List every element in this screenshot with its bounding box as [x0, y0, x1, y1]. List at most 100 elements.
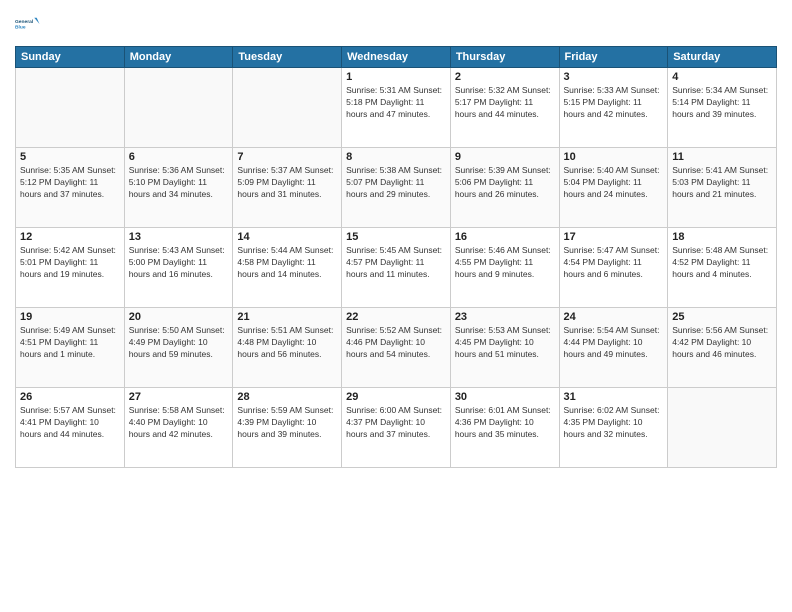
day-info: Sunrise: 6:01 AM Sunset: 4:36 PM Dayligh… [455, 405, 555, 441]
day-cell-28: 28Sunrise: 5:59 AM Sunset: 4:39 PM Dayli… [233, 388, 342, 468]
day-info: Sunrise: 5:49 AM Sunset: 4:51 PM Dayligh… [20, 325, 120, 361]
day-info: Sunrise: 5:46 AM Sunset: 4:55 PM Dayligh… [455, 245, 555, 281]
day-info: Sunrise: 5:59 AM Sunset: 4:39 PM Dayligh… [237, 405, 337, 441]
day-cell-7: 7 Sunrise: 5:37 AM Sunset: 5:09 PM Daylig… [233, 148, 342, 228]
week-row-4: 19 Sunrise: 5:49 AM Sunset: 4:51 PM Dayli… [16, 308, 777, 388]
day-number: 4 [672, 71, 772, 83]
day-cell-2: 2Sunrise: 5:32 AM Sunset: 5:17 PM Daylig… [450, 68, 559, 148]
day-number: 10 [564, 151, 664, 163]
day-cell-18: 18 Sunrise: 5:48 AM Sunset: 4:52 PM Dayli… [668, 228, 777, 308]
day-cell-5: 5Sunrise: 5:35 AM Sunset: 5:12 PM Daylig… [16, 148, 125, 228]
day-number: 7 [237, 151, 337, 163]
day-cell-22: 22Sunrise: 5:52 AM Sunset: 4:46 PM Dayli… [342, 308, 451, 388]
day-cell-1: 1 Sunrise: 5:31 AM Sunset: 5:18 PM Daylig… [342, 68, 451, 148]
empty-cell [233, 68, 342, 148]
week-row-3: 12 Sunrise: 5:42 AM Sunset: 5:01 PM Dayli… [16, 228, 777, 308]
day-number: 11 [672, 151, 772, 163]
day-cell-9: 9 Sunrise: 5:39 AM Sunset: 5:06 PM Daylig… [450, 148, 559, 228]
day-number: 26 [20, 391, 120, 403]
day-cell-31: 31 Sunrise: 6:02 AM Sunset: 4:35 PM Dayli… [559, 388, 668, 468]
day-info: Sunrise: 5:43 AM Sunset: 5:00 PM Dayligh… [129, 245, 229, 281]
svg-text:General: General [15, 19, 34, 25]
day-info: Sunrise: 5:34 AM Sunset: 5:14 PM Dayligh… [672, 85, 772, 121]
svg-text:Blue: Blue [15, 25, 26, 31]
day-cell-17: 17 Sunrise: 5:47 AM Sunset: 4:54 PM Dayli… [559, 228, 668, 308]
day-cell-12: 12 Sunrise: 5:42 AM Sunset: 5:01 PM Dayli… [16, 228, 125, 308]
day-number: 29 [346, 391, 446, 403]
day-number: 27 [129, 391, 229, 403]
day-number: 13 [129, 231, 229, 243]
day-number: 24 [564, 311, 664, 323]
day-cell-11: 11 Sunrise: 5:41 AM Sunset: 5:03 PM Dayli… [668, 148, 777, 228]
day-cell-25: 25 Sunrise: 5:56 AM Sunset: 4:42 PM Dayli… [668, 308, 777, 388]
day-cell-23: 23Sunrise: 5:53 AM Sunset: 4:45 PM Dayli… [450, 308, 559, 388]
day-info: Sunrise: 5:57 AM Sunset: 4:41 PM Dayligh… [20, 405, 120, 441]
day-number: 30 [455, 391, 555, 403]
day-info: Sunrise: 5:33 AM Sunset: 5:15 PM Dayligh… [564, 85, 664, 121]
header-monday: Monday [124, 47, 233, 68]
day-cell-14: 14 Sunrise: 5:44 AM Sunset: 4:58 PM Dayli… [233, 228, 342, 308]
page-header: GeneralBlue [15, 10, 777, 38]
logo-icon: GeneralBlue [15, 10, 43, 38]
day-info: Sunrise: 5:36 AM Sunset: 5:10 PM Dayligh… [129, 165, 229, 201]
day-cell-8: 8 Sunrise: 5:38 AM Sunset: 5:07 PM Daylig… [342, 148, 451, 228]
day-info: Sunrise: 5:53 AM Sunset: 4:45 PM Dayligh… [455, 325, 555, 361]
day-number: 25 [672, 311, 772, 323]
day-cell-30: 30 Sunrise: 6:01 AM Sunset: 4:36 PM Dayli… [450, 388, 559, 468]
day-number: 18 [672, 231, 772, 243]
day-number: 20 [129, 311, 229, 323]
day-info: Sunrise: 5:58 AM Sunset: 4:40 PM Dayligh… [129, 405, 229, 441]
day-info: Sunrise: 5:38 AM Sunset: 5:07 PM Dayligh… [346, 165, 446, 201]
day-cell-24: 24 Sunrise: 5:54 AM Sunset: 4:44 PM Dayli… [559, 308, 668, 388]
week-row-5: 26 Sunrise: 5:57 AM Sunset: 4:41 PM Dayli… [16, 388, 777, 468]
day-info: Sunrise: 5:37 AM Sunset: 5:09 PM Dayligh… [237, 165, 337, 201]
empty-cell [16, 68, 125, 148]
day-number: 8 [346, 151, 446, 163]
day-info: Sunrise: 5:47 AM Sunset: 4:54 PM Dayligh… [564, 245, 664, 281]
header-row: SundayMondayTuesdayWednesdayThursdayFrid… [16, 47, 777, 68]
day-cell-20: 20Sunrise: 5:50 AM Sunset: 4:49 PM Dayli… [124, 308, 233, 388]
day-info: Sunrise: 6:02 AM Sunset: 4:35 PM Dayligh… [564, 405, 664, 441]
day-info: Sunrise: 5:54 AM Sunset: 4:44 PM Dayligh… [564, 325, 664, 361]
day-number: 31 [564, 391, 664, 403]
day-number: 6 [129, 151, 229, 163]
day-info: Sunrise: 5:41 AM Sunset: 5:03 PM Dayligh… [672, 165, 772, 201]
page-container: GeneralBlue SundayMondayTuesdayWednesday… [0, 0, 792, 478]
day-info: Sunrise: 5:44 AM Sunset: 4:58 PM Dayligh… [237, 245, 337, 281]
logo: GeneralBlue [15, 10, 43, 38]
day-number: 9 [455, 151, 555, 163]
day-info: Sunrise: 5:42 AM Sunset: 5:01 PM Dayligh… [20, 245, 120, 281]
day-cell-6: 6 Sunrise: 5:36 AM Sunset: 5:10 PM Daylig… [124, 148, 233, 228]
day-number: 1 [346, 71, 446, 83]
day-cell-19: 19 Sunrise: 5:49 AM Sunset: 4:51 PM Dayli… [16, 308, 125, 388]
day-info: Sunrise: 5:48 AM Sunset: 4:52 PM Dayligh… [672, 245, 772, 281]
week-row-2: 5Sunrise: 5:35 AM Sunset: 5:12 PM Daylig… [16, 148, 777, 228]
day-info: Sunrise: 5:39 AM Sunset: 5:06 PM Dayligh… [455, 165, 555, 201]
day-info: Sunrise: 6:00 AM Sunset: 4:37 PM Dayligh… [346, 405, 446, 441]
day-info: Sunrise: 5:56 AM Sunset: 4:42 PM Dayligh… [672, 325, 772, 361]
day-number: 17 [564, 231, 664, 243]
day-number: 15 [346, 231, 446, 243]
header-friday: Friday [559, 47, 668, 68]
day-info: Sunrise: 5:45 AM Sunset: 4:57 PM Dayligh… [346, 245, 446, 281]
day-number: 14 [237, 231, 337, 243]
day-cell-10: 10 Sunrise: 5:40 AM Sunset: 5:04 PM Dayli… [559, 148, 668, 228]
empty-cell [124, 68, 233, 148]
header-wednesday: Wednesday [342, 47, 451, 68]
day-number: 2 [455, 71, 555, 83]
day-cell-3: 3 Sunrise: 5:33 AM Sunset: 5:15 PM Daylig… [559, 68, 668, 148]
day-number: 5 [20, 151, 120, 163]
day-cell-4: 4 Sunrise: 5:34 AM Sunset: 5:14 PM Daylig… [668, 68, 777, 148]
day-info: Sunrise: 5:40 AM Sunset: 5:04 PM Dayligh… [564, 165, 664, 201]
empty-cell [668, 388, 777, 468]
day-number: 19 [20, 311, 120, 323]
day-info: Sunrise: 5:31 AM Sunset: 5:18 PM Dayligh… [346, 85, 446, 121]
day-number: 22 [346, 311, 446, 323]
day-cell-27: 27 Sunrise: 5:58 AM Sunset: 4:40 PM Dayli… [124, 388, 233, 468]
day-number: 12 [20, 231, 120, 243]
day-number: 3 [564, 71, 664, 83]
header-sunday: Sunday [16, 47, 125, 68]
day-cell-16: 16Sunrise: 5:46 AM Sunset: 4:55 PM Dayli… [450, 228, 559, 308]
header-tuesday: Tuesday [233, 47, 342, 68]
day-cell-13: 13 Sunrise: 5:43 AM Sunset: 5:00 PM Dayli… [124, 228, 233, 308]
